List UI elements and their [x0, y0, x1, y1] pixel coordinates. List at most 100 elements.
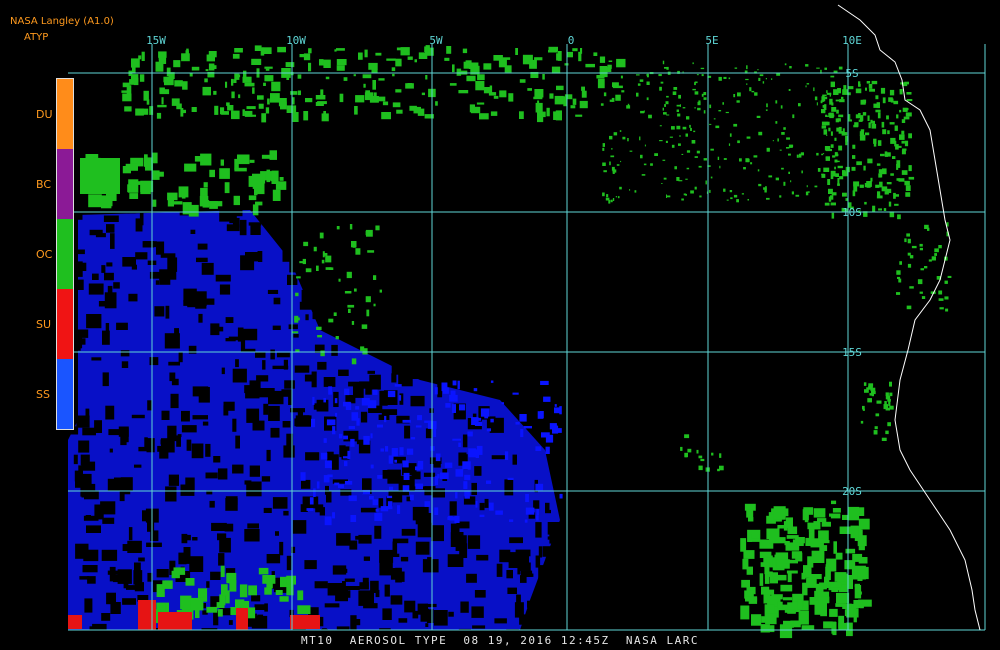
clear-patch — [283, 359, 288, 370]
organic-carbon-patch — [905, 192, 911, 197]
organic-carbon-patch — [830, 513, 841, 519]
clear-patch — [261, 476, 271, 482]
clear-patch — [165, 486, 177, 502]
organic-carbon-patch — [355, 95, 365, 103]
clear-patch — [335, 568, 348, 573]
organic-carbon-patch — [903, 116, 910, 120]
organic-carbon-patch — [684, 434, 690, 439]
clear-patch — [424, 363, 430, 378]
organic-carbon-patch — [205, 69, 209, 72]
organic-carbon-patch — [611, 97, 615, 102]
clear-patch — [215, 274, 231, 282]
clear-patch — [379, 549, 394, 563]
organic-carbon-patch — [907, 238, 911, 244]
organic-carbon-patch — [681, 153, 684, 155]
organic-carbon-patch — [765, 186, 767, 189]
organic-carbon-patch — [771, 78, 773, 80]
organic-carbon-patch — [479, 113, 489, 120]
organic-carbon-patch — [244, 82, 255, 87]
clear-patch — [159, 269, 171, 285]
organic-carbon-patch — [308, 62, 312, 72]
organic-carbon-patch — [355, 248, 361, 255]
sea-salt-patch — [536, 515, 539, 521]
organic-carbon-patch — [858, 119, 863, 122]
organic-carbon-patch — [606, 194, 609, 198]
organic-carbon-patch — [743, 167, 746, 170]
organic-carbon-patch — [646, 97, 649, 101]
organic-carbon-patch — [80, 158, 120, 194]
organic-carbon-patch — [729, 190, 733, 193]
organic-carbon-patch — [676, 104, 680, 107]
clear-patch — [514, 602, 524, 618]
organic-carbon-patch — [860, 420, 864, 424]
organic-carbon-patch — [864, 183, 870, 188]
organic-carbon-patch — [781, 132, 785, 135]
organic-carbon-patch — [887, 422, 891, 427]
organic-carbon-patch — [885, 395, 891, 400]
organic-carbon-patch — [320, 350, 325, 357]
clear-patch — [275, 531, 279, 536]
organic-carbon-patch — [349, 224, 353, 230]
clear-patch — [304, 374, 313, 382]
organic-carbon-patch — [373, 92, 377, 97]
clear-patch — [188, 345, 197, 354]
organic-carbon-patch — [773, 506, 786, 520]
clear-patch — [94, 420, 102, 433]
organic-carbon-patch — [508, 93, 514, 102]
organic-carbon-patch — [905, 185, 911, 191]
organic-carbon-patch — [888, 201, 892, 207]
clear-patch — [225, 317, 234, 323]
clear-patch — [504, 479, 514, 496]
organic-carbon-patch — [368, 62, 378, 70]
organic-carbon-patch — [261, 47, 272, 54]
organic-carbon-patch — [161, 97, 164, 105]
organic-carbon-patch — [564, 94, 573, 100]
clear-patch — [81, 473, 92, 490]
organic-carbon-patch — [303, 111, 309, 121]
clear-patch — [86, 525, 101, 533]
organic-carbon-patch — [572, 98, 577, 105]
organic-carbon-patch — [636, 74, 640, 76]
clear-patch — [252, 420, 265, 431]
organic-carbon-patch — [906, 99, 913, 102]
sea-salt-patch — [463, 481, 468, 489]
organic-carbon-patch — [786, 570, 798, 574]
sea-salt-patch — [369, 495, 374, 500]
clear-patch — [423, 472, 436, 477]
clear-patch — [360, 507, 377, 513]
organic-carbon-patch — [830, 170, 836, 175]
organic-carbon-patch — [424, 46, 428, 52]
organic-carbon-patch — [158, 51, 167, 58]
organic-carbon-patch — [829, 608, 838, 617]
organic-carbon-patch — [499, 90, 507, 98]
organic-carbon-patch — [877, 140, 882, 146]
clear-patch — [102, 517, 115, 524]
organic-carbon-patch — [303, 53, 311, 61]
clear-patch — [447, 554, 464, 567]
clear-patch — [190, 229, 196, 234]
organic-carbon-patch — [617, 196, 620, 199]
organic-carbon-patch — [425, 75, 428, 80]
organic-carbon-patch — [184, 163, 197, 172]
clear-patch — [333, 567, 338, 572]
organic-carbon-patch — [698, 455, 703, 459]
organic-carbon-patch — [452, 64, 455, 73]
organic-carbon-patch — [777, 525, 785, 529]
organic-carbon-patch — [295, 292, 299, 297]
organic-carbon-patch — [783, 127, 786, 130]
clear-patch — [433, 610, 448, 626]
clear-patch — [122, 257, 136, 267]
organic-carbon-patch — [414, 59, 417, 63]
organic-carbon-patch — [593, 52, 598, 56]
organic-carbon-patch — [802, 582, 808, 596]
organic-carbon-patch — [838, 615, 845, 629]
organic-carbon-patch — [838, 126, 842, 131]
organic-carbon-patch — [814, 185, 818, 188]
organic-carbon-patch — [662, 159, 666, 161]
clear-patch — [247, 523, 259, 529]
organic-carbon-patch — [171, 98, 180, 106]
organic-carbon-patch — [234, 74, 241, 78]
sea-salt-patch — [433, 428, 437, 437]
organic-carbon-patch — [821, 121, 828, 126]
clear-patch — [86, 314, 102, 329]
